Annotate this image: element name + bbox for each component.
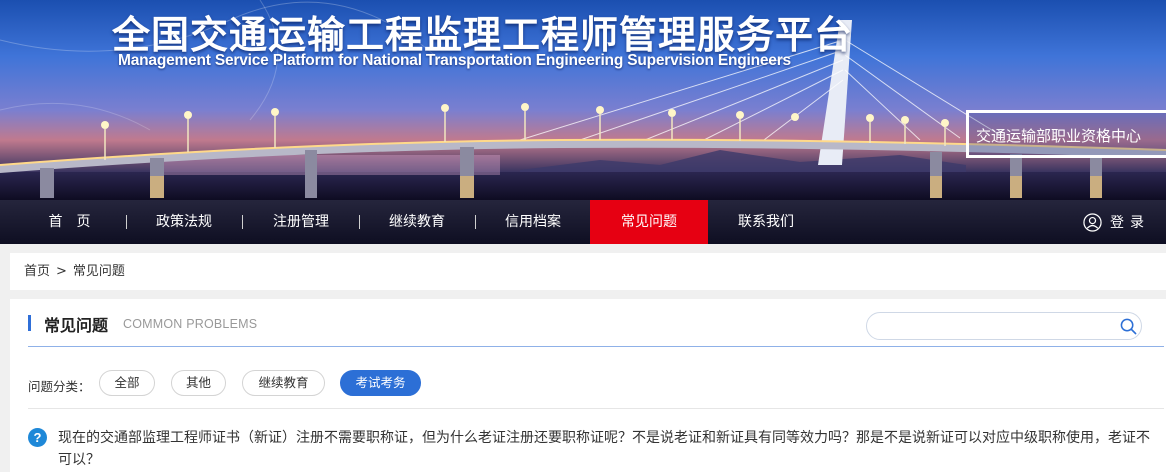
nav-divider (359, 215, 360, 229)
nav-item-registration[interactable]: 注册管理 (252, 200, 350, 244)
category-chip-all[interactable]: 全部 (99, 370, 155, 396)
nav-item-education[interactable]: 继续教育 (368, 200, 466, 244)
center-label: 交通运输部职业资格中心 (976, 127, 1142, 145)
user-icon (1083, 212, 1102, 232)
section-accent-bar (28, 315, 31, 331)
nav-item-contact[interactable]: 联系我们 (716, 200, 816, 244)
faq-question-link[interactable]: 现在的交通部监理工程师证书（新证）注册不需要职称证，但为什么老证注册还要职称证呢… (58, 427, 1154, 471)
login-label: 登录 (1110, 215, 1150, 231)
page-title: 常见问题 (44, 316, 109, 335)
site-title: 全国交通运输工程监理工程师管理服务平台 (112, 13, 854, 57)
breadcrumb-current[interactable]: 常见问题 (73, 264, 125, 279)
category-chip-education[interactable]: 继续教育 (242, 370, 325, 396)
search-icon[interactable] (1120, 318, 1137, 335)
nav-divider (475, 215, 476, 229)
search-input[interactable] (879, 317, 1113, 337)
nav-item-policy[interactable]: 政策法规 (135, 200, 233, 244)
nav-item-credit[interactable]: 信用档案 (484, 200, 582, 244)
search-box (866, 312, 1142, 340)
category-chip-exam[interactable]: 考试考务 (340, 370, 421, 396)
nav-item-home[interactable]: 首 页 (22, 200, 117, 244)
faq-panel: 常见问题 COMMON PROBLEMS 问题分类： 全部 其他 继续教育 考试… (10, 299, 1166, 472)
header-banner: 全国交通运输工程监理工程师管理服务平台 Management Service P… (0, 0, 1166, 200)
breadcrumb: 首页 > 常见问题 (10, 253, 1166, 290)
login-button[interactable]: 登录 (1083, 200, 1150, 244)
category-divider (28, 408, 1164, 409)
site-subtitle-en: Management Service Platform for National… (118, 52, 791, 69)
category-chip-other[interactable]: 其他 (171, 370, 226, 396)
main-nav: 首 页 政策法规 注册管理 继续教育 信用档案 常见问题 联系我们 (0, 200, 1166, 244)
breadcrumb-separator: > (56, 264, 67, 279)
nav-item-faq[interactable]: 常见问题 (590, 200, 708, 244)
category-label: 问题分类： (28, 379, 91, 394)
section-underline (28, 346, 1164, 347)
page-subtitle: COMMON PROBLEMS (123, 317, 258, 331)
nav-divider (242, 215, 243, 229)
breadcrumb-home-link[interactable]: 首页 (24, 264, 50, 279)
nav-divider (126, 215, 127, 229)
question-icon: ? (28, 428, 47, 447)
